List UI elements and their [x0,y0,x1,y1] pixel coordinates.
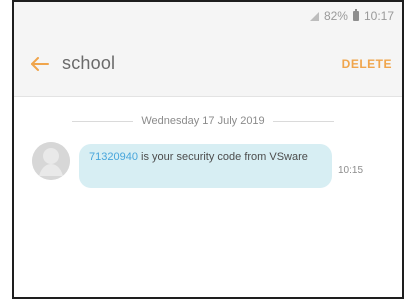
status-bar: 82% 10:17 [14,2,402,34]
back-button[interactable] [28,54,52,74]
back-arrow-icon [31,57,49,71]
battery-icon [352,9,359,21]
date-divider-line-left [72,120,134,122]
security-code-link[interactable]: 71320940 [89,151,138,163]
message-time: 10:15 [338,165,364,176]
battery-percent: 82% [323,9,348,23]
avatar-icon [32,142,70,180]
conversation-header: school DELETE [14,34,402,97]
date-divider-text: Wednesday 17 July 2019 [141,115,265,127]
date-divider: Wednesday 17 July 2019 [72,113,335,129]
message-bubble[interactable]: 71320940 is your security code from VSwa… [79,144,332,188]
delete-button[interactable]: DELETE [342,57,392,71]
phone-screen: 82% 10:17 school DELETE Wednesday 17 Jul… [12,0,404,299]
message-text: is your security code from VSware [137,151,308,163]
status-time: 10:17 [363,9,394,23]
message-row: 71320940 is your security code from VSwa… [32,142,392,192]
conversation-title: school [62,53,116,73]
signal-icon [309,11,319,21]
contact-avatar[interactable] [32,142,70,180]
status-right-group: 82% 10:17 [309,8,394,24]
date-divider-line-right [272,120,335,122]
